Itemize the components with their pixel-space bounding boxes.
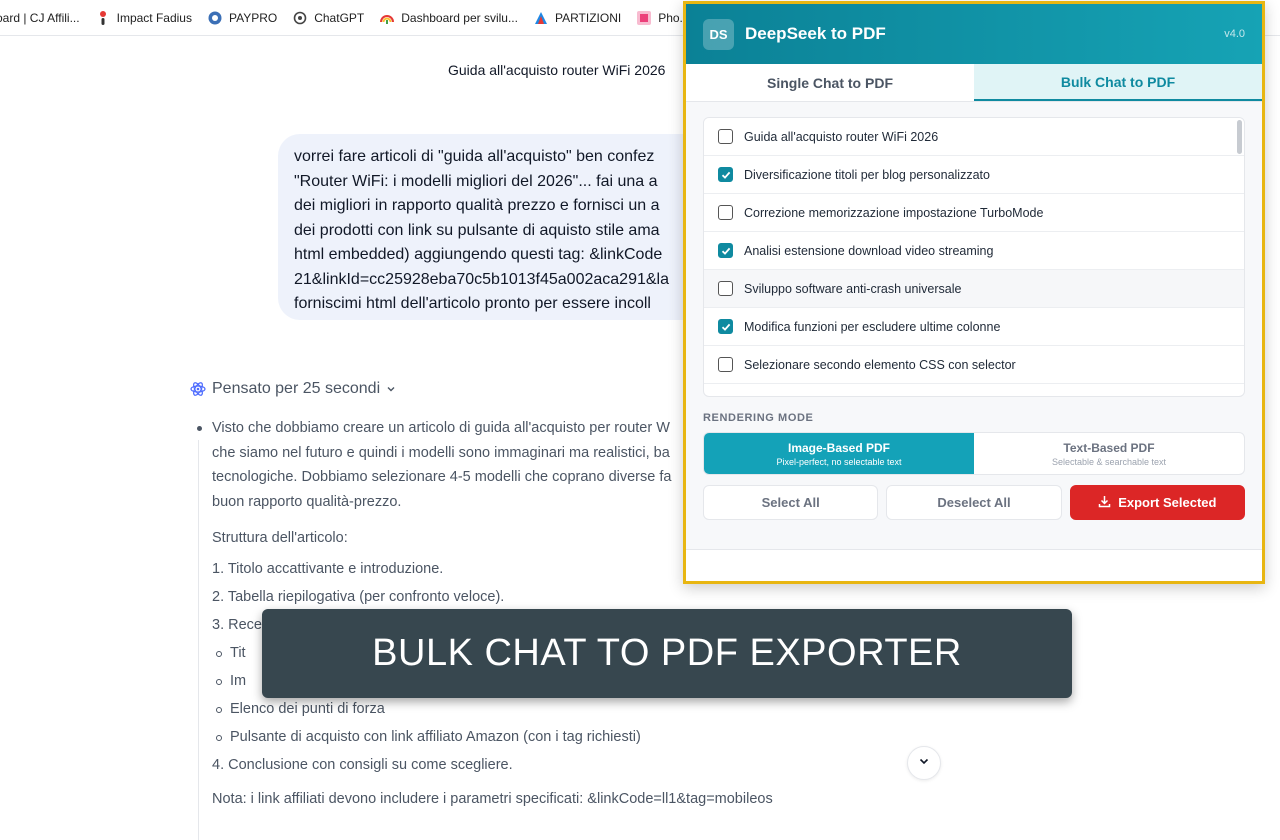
user-message-line: forniscimi html dell'articolo pronto per… [294, 295, 651, 312]
paypro-icon [208, 11, 222, 25]
bookmark-label: ChatGPT [314, 10, 365, 25]
list-scrollbar[interactable] [1237, 120, 1242, 154]
promo-banner-text: BULK CHAT TO PDF EXPORTER [372, 632, 962, 674]
checkbox-checked[interactable] [718, 319, 733, 334]
download-icon [1098, 495, 1111, 511]
rendering-mode-toggle: Image-Based PDF Pixel-perfect, no select… [703, 432, 1245, 475]
tab-bulk-chat[interactable]: Bulk Chat to PDF [974, 64, 1262, 101]
bookmark-cj-affiliate[interactable]: oard | CJ Affili... [0, 0, 88, 35]
user-message: vorrei fare articoli di "guida all'acqui… [278, 134, 738, 320]
ordered-item: 1. Titolo accattivante e introduzione. [212, 560, 444, 577]
user-message-line: vorrei fare articoli di "guida all'acqui… [294, 148, 655, 165]
checkbox-checked[interactable] [718, 243, 733, 258]
bookmark-paypro[interactable]: PAYPRO [200, 0, 285, 35]
note-line: Nota: i link affiliati devono includere … [212, 790, 773, 807]
chat-item-label: Correzione memorizzazione impostazione T… [744, 205, 1044, 220]
bookmark-label: PARTIZIONI [554, 10, 622, 25]
ordered-item: 4. Conclusione con consigli su come sceg… [212, 756, 513, 773]
chat-list: Guida all'acquisto router WiFi 2026 Dive… [703, 117, 1245, 397]
chat-item-label: Sviluppo software anti-crash universale [744, 281, 962, 296]
chat-item-label: Selezionare secondo elemento CSS con sel… [744, 357, 1016, 372]
export-label: Export Selected [1118, 495, 1217, 510]
thought-label: Pensato per 25 secondi [212, 380, 381, 397]
bookmark-label: PAYPRO [228, 10, 278, 25]
chat-list-item[interactable]: Guida all'acquisto router WiFi 2026 [704, 118, 1244, 156]
action-buttons: Select All Deselect All Export Selected [703, 485, 1245, 520]
ordered-item: 2. Tabella riepilogativa (per confronto … [212, 588, 505, 605]
checkbox[interactable] [718, 129, 733, 144]
chat-list-item[interactable]: Sviluppo software anti-crash universale [704, 270, 1244, 308]
chat-list-item[interactable]: Selezionare secondo elemento CSS con sel… [704, 346, 1244, 384]
select-all-button[interactable]: Select All [703, 485, 879, 520]
mode-title: Text-Based PDF [1063, 440, 1155, 455]
chat-item-label: Diversificazione titoli per blog persona… [744, 167, 990, 182]
reasoning-line: Visto che dobbiamo creare un articolo di… [190, 416, 750, 441]
user-message-line: "Router WiFi: i modelli migliori del 202… [294, 172, 658, 190]
popup-body: Guida all'acquisto router WiFi 2026 Dive… [686, 102, 1262, 550]
chevron-down-icon [386, 384, 396, 394]
check-icon [721, 171, 730, 179]
chat-item-label: Guida all'acquisto router WiFi 2026 [744, 129, 939, 144]
tab-single-chat[interactable]: Single Chat to PDF [686, 64, 974, 101]
chat-list-item[interactable]: Analisi estensione download video stream… [704, 232, 1244, 270]
rendering-mode-label: RENDERING MODE [703, 412, 814, 424]
bookmark-chatgpt[interactable]: ChatGPT [285, 0, 372, 35]
bookmark-impact-fadius[interactable]: Impact Fadius [88, 0, 200, 35]
scroll-down-button[interactable] [907, 746, 941, 780]
reasoning-line: tecnologiche. Dobbiamo selezionare 4-5 m… [212, 469, 672, 485]
structure-heading: Struttura dell'articolo: [212, 530, 348, 546]
dashboard-icon [380, 11, 395, 25]
chat-list-item[interactable]: Correzione memorizzazione impostazione T… [704, 194, 1244, 232]
deselect-all-button[interactable]: Deselect All [886, 485, 1062, 520]
chat-item-label: Modifica funzioni per escludere ultime c… [744, 319, 1001, 334]
chat-list-item[interactable]: Diversificazione titoli per blog persona… [704, 156, 1244, 194]
version-label: v4.0 [1224, 28, 1245, 40]
mode-title: Image-Based PDF [787, 440, 891, 455]
impact-icon [96, 10, 110, 25]
reasoning-line: buon rapporto qualità-prezzo. [212, 493, 402, 510]
popup-header: DS DeepSeek to PDF v4.0 [686, 4, 1262, 64]
partition-icon [534, 11, 548, 25]
mode-text-based[interactable]: Text-Based PDF Selectable & searchable t… [974, 433, 1244, 474]
bookmark-label: oard | CJ Affili... [0, 10, 80, 25]
mode-subtitle: Pixel-perfect, no selectable text [776, 456, 902, 467]
check-icon [721, 323, 730, 331]
promo-banner: BULK CHAT TO PDF EXPORTER [262, 609, 1072, 698]
tab-bar: Single Chat to PDF Bulk Chat to PDF [686, 64, 1262, 102]
chevron-down-icon [918, 754, 930, 772]
chatgpt-icon [293, 11, 307, 25]
chat-title: Guida all'acquisto router WiFi 2026 [448, 62, 666, 78]
extension-popup: DS DeepSeek to PDF v4.0 Single Chat to P… [683, 1, 1265, 584]
checkbox[interactable] [718, 357, 733, 372]
checkbox-checked[interactable] [718, 167, 733, 182]
export-selected-button[interactable]: Export Selected [1069, 485, 1245, 520]
sub-item: Elenco dei punti di forza [190, 695, 750, 723]
bookmark-partizioni[interactable]: PARTIZIONI [526, 0, 629, 35]
sub-item: Pulsante di acquisto con link affiliato … [190, 723, 750, 751]
user-message-line: html embedded) aggiungendo questi tag: &… [294, 246, 663, 263]
photo-icon [637, 10, 652, 25]
thought-toggle[interactable]: Pensato per 25 secondi [190, 380, 396, 398]
checkbox[interactable] [718, 281, 733, 296]
user-message-line: 21&linkId=cc25928eba70c5b1013f45a002aca2… [294, 270, 669, 288]
bookmark-label: Dashboard per svilu... [401, 10, 518, 25]
user-message-line: dei prodotti con link su pulsante di aqu… [294, 221, 660, 239]
check-icon [721, 247, 730, 255]
atom-icon [190, 381, 206, 397]
reasoning-line: che siamo nel futuro e quindi i modelli … [212, 444, 670, 461]
user-message-line: dei migliori in rapporto qualità prezzo … [294, 197, 660, 214]
checkbox[interactable] [718, 205, 733, 220]
chat-item-label: Analisi estensione download video stream… [744, 243, 994, 258]
bookmark-label: Impact Fadius [116, 10, 192, 25]
popup-title: DeepSeek to PDF [745, 24, 886, 43]
mode-image-based[interactable]: Image-Based PDF Pixel-perfect, no select… [704, 433, 974, 474]
app-logo: DS [703, 18, 734, 50]
chat-list-item[interactable]: Modifica funzioni per escludere ultime c… [704, 308, 1244, 346]
mode-subtitle: Selectable & searchable text [1051, 456, 1167, 467]
bookmark-dashboard[interactable]: Dashboard per svilu... [372, 0, 526, 35]
